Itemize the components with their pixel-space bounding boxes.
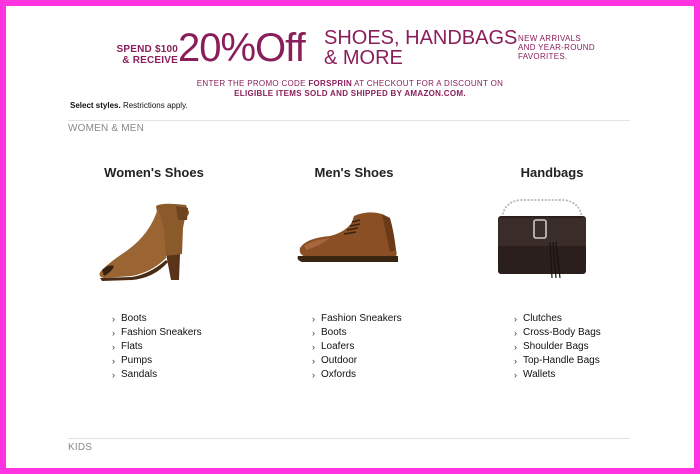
- restrictions-label: Restrictions apply.: [122, 101, 188, 110]
- chevron-right-icon: ›: [312, 314, 315, 324]
- link-cross-body-bags[interactable]: Cross-Body Bags: [523, 327, 601, 338]
- promo-banner[interactable]: SPEND $100 & RECEIVE 20%Off SHOES, HANDB…: [6, 6, 694, 116]
- column-handbags: Handbags › Clutches › Cross-Body Bags › Sho…: [452, 164, 652, 380]
- link-outdoor[interactable]: Outdoor: [321, 355, 357, 366]
- chevron-right-icon: ›: [112, 342, 115, 352]
- link-wallets[interactable]: Wallets: [523, 369, 555, 380]
- link-loafers[interactable]: Loafers: [321, 341, 354, 352]
- bootie-fold-shape: [176, 206, 188, 220]
- list-item[interactable]: › Pumps: [112, 354, 202, 368]
- chukka-upper-shape: [299, 212, 397, 258]
- link-oxfords[interactable]: Oxfords: [321, 369, 356, 380]
- chevron-right-icon: ›: [312, 328, 315, 338]
- list-item[interactable]: › Fashion Sneakers: [112, 326, 202, 340]
- handbag-image[interactable]: [494, 198, 590, 282]
- link-boots[interactable]: Boots: [121, 313, 147, 324]
- list-item[interactable]: › Shoulder Bags: [514, 340, 601, 354]
- list-item[interactable]: › Wallets: [514, 368, 601, 382]
- link-sandals[interactable]: Sandals: [121, 369, 157, 380]
- link-top-handle-bags[interactable]: Top-Handle Bags: [523, 355, 600, 366]
- chevron-right-icon: ›: [514, 356, 517, 366]
- divider-bottom: [68, 438, 630, 439]
- chevron-right-icon: ›: [514, 328, 517, 338]
- spend-line-2: & RECEIVE: [122, 55, 178, 66]
- arrivals-line-1: NEW ARRIVALS: [518, 34, 582, 43]
- chevron-right-icon: ›: [112, 314, 115, 324]
- arrivals-text: NEW ARRIVALS AND YEAR-ROUND FAVORITES.: [518, 34, 628, 61]
- chevron-right-icon: ›: [112, 356, 115, 366]
- list-item[interactable]: › Loafers: [312, 340, 402, 354]
- categories-line-2: & MORE: [324, 47, 403, 69]
- chevron-right-icon: ›: [312, 370, 315, 380]
- chukka-sole-shape: [297, 256, 398, 262]
- categories-line-1: SHOES, HANDBAGS: [324, 27, 518, 49]
- chevron-right-icon: ›: [112, 328, 115, 338]
- link-flats[interactable]: Flats: [121, 341, 143, 352]
- chevron-right-icon: ›: [514, 370, 517, 380]
- link-shoulder-bags[interactable]: Shoulder Bags: [523, 341, 589, 352]
- select-styles-label: Select styles.: [70, 101, 121, 110]
- list-item[interactable]: › Boots: [312, 326, 402, 340]
- spend-line-1: SPEND $100: [116, 44, 178, 55]
- link-fashion-sneakers[interactable]: Fashion Sneakers: [121, 327, 202, 338]
- mens-chukka-image[interactable]: [290, 198, 410, 288]
- bootie-heel-shape: [166, 254, 180, 280]
- chevron-right-icon: ›: [312, 342, 315, 352]
- list-item[interactable]: › Clutches: [514, 312, 601, 326]
- list-item[interactable]: › Boots: [112, 312, 202, 326]
- restrictions-note: Select styles. Restrictions apply.: [70, 101, 188, 110]
- list-item[interactable]: › Top-Handle Bags: [514, 354, 601, 368]
- column-mens-shoes: Men's Shoes › Fashion Sneakers › Boots › Lo…: [254, 164, 454, 380]
- divider-top: [68, 120, 630, 121]
- womens-shoes-list: › Boots › Fashion Sneakers › Flats › Pumps ›…: [112, 312, 202, 382]
- section-women-men: WOMEN & MEN: [68, 123, 145, 134]
- mens-shoes-title[interactable]: Men's Shoes: [254, 164, 454, 182]
- list-item[interactable]: › Outdoor: [312, 354, 402, 368]
- column-womens-shoes: Women's Shoes › Boots › Fashion Sneakers ›…: [54, 164, 254, 380]
- arrivals-line-2: AND YEAR-ROUND: [518, 43, 595, 52]
- categories-headline: SHOES, HANDBAGS & MORE: [324, 28, 524, 68]
- chevron-right-icon: ›: [312, 356, 315, 366]
- link-clutches[interactable]: Clutches: [523, 313, 562, 324]
- handbag-chain-shape: [501, 199, 583, 219]
- handbag-flap-shape: [498, 218, 586, 246]
- womens-bootie-image[interactable]: [92, 198, 202, 288]
- link-fashion-sneakers[interactable]: Fashion Sneakers: [321, 313, 402, 324]
- arrivals-line-3: FAVORITES.: [518, 52, 568, 61]
- page-frame: SPEND $100 & RECEIVE 20%Off SHOES, HANDB…: [0, 0, 700, 474]
- promo-eligibility-line: ELIGIBLE ITEMS SOLD AND SHIPPED BY AMAZO…: [234, 89, 466, 98]
- mens-shoes-list: › Fashion Sneakers › Boots › Loafers › Outdo…: [312, 312, 402, 382]
- chevron-right-icon: ›: [514, 314, 517, 324]
- link-boots[interactable]: Boots: [321, 327, 347, 338]
- promo-suffix: AT CHECKOUT FOR A DISCOUNT ON: [354, 79, 504, 88]
- promo-code-line: ENTER THE PROMO CODE FORSPRIN AT CHECKOU…: [6, 79, 694, 88]
- handbags-title[interactable]: Handbags: [452, 164, 652, 182]
- list-item[interactable]: › Flats: [112, 340, 202, 354]
- discount-headline: 20%Off: [178, 26, 306, 70]
- chevron-right-icon: ›: [112, 370, 115, 380]
- spend-text: SPEND $100 & RECEIVE: [108, 44, 178, 66]
- handbags-list: › Clutches › Cross-Body Bags › Shoulder Bag…: [514, 312, 601, 382]
- list-item[interactable]: › Sandals: [112, 368, 202, 382]
- chevron-right-icon: ›: [514, 342, 517, 352]
- womens-shoes-title[interactable]: Women's Shoes: [54, 164, 254, 182]
- section-kids: KIDS: [68, 442, 93, 453]
- list-item[interactable]: › Cross-Body Bags: [514, 326, 601, 340]
- promo-prefix: ENTER THE PROMO CODE: [196, 79, 306, 88]
- link-pumps[interactable]: Pumps: [121, 355, 152, 366]
- list-item[interactable]: › Fashion Sneakers: [312, 312, 402, 326]
- list-item[interactable]: › Oxfords: [312, 368, 402, 382]
- promo-code: FORSPRIN: [308, 79, 353, 88]
